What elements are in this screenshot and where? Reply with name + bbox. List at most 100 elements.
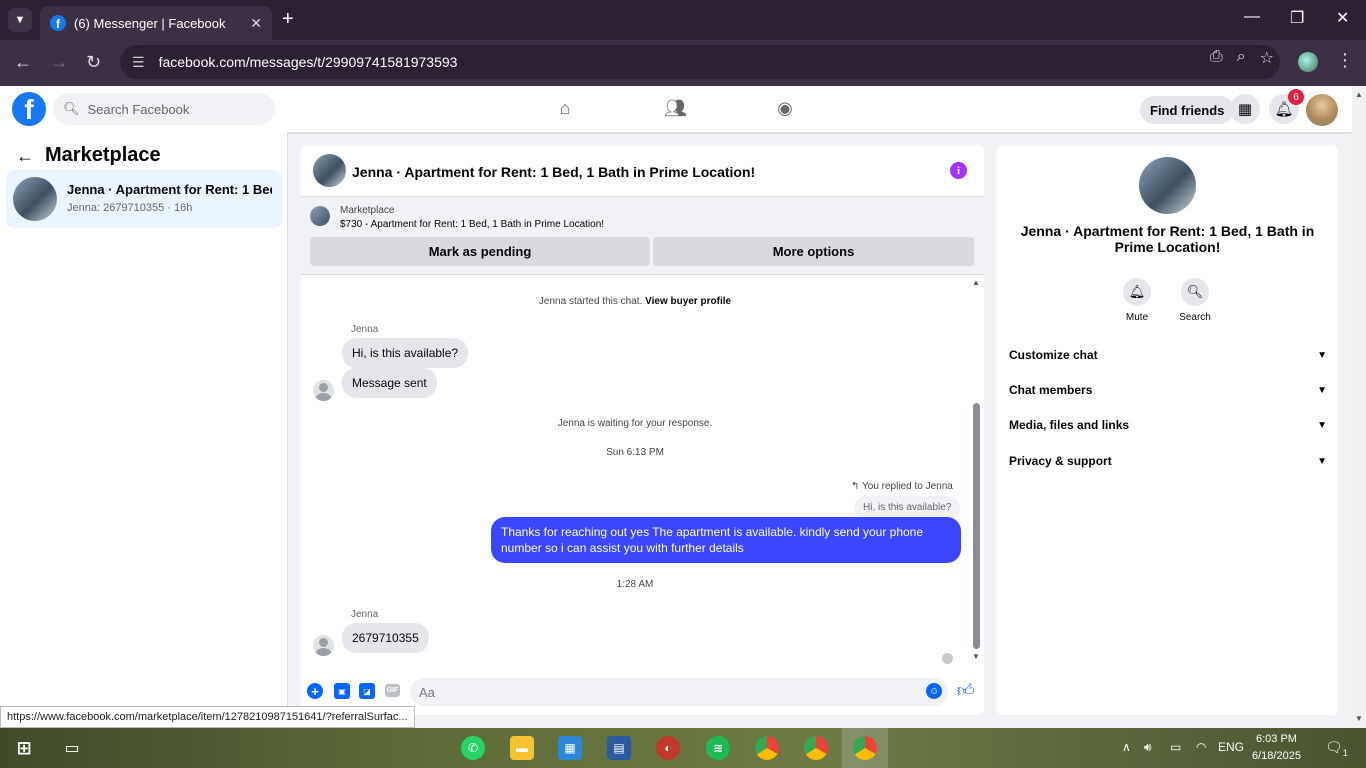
- menu-grid-icon[interactable]: ▦: [1230, 94, 1260, 124]
- bookmark-star-icon[interactable]: ☆: [1260, 48, 1274, 68]
- find-friends-button[interactable]: Find friends: [1140, 96, 1235, 124]
- reply-indicator: ↰ You replied to Jenna: [851, 481, 953, 492]
- search-icon[interactable]: 🔍︎: [1181, 278, 1209, 306]
- sender-avatar[interactable]: [313, 380, 334, 401]
- quoted-message[interactable]: Hi, is this available?: [854, 496, 961, 519]
- page-scrollbar[interactable]: ▲ ▼: [1352, 86, 1366, 726]
- facebook-search-field[interactable]: 🔍︎ Search Facebook: [53, 93, 275, 125]
- search-action[interactable]: 🔍︎ Search: [1175, 278, 1215, 323]
- thumbs-up-icon[interactable]: 👍︎: [957, 680, 975, 701]
- browser-menu-icon[interactable]: ⋮: [1336, 50, 1354, 71]
- tab-title: (6) Messenger | Facebook: [74, 15, 226, 31]
- app-icon-2[interactable]: ◐: [656, 736, 680, 760]
- timestamp: 1:28 AM: [616, 579, 654, 590]
- sticker-icon[interactable]: ◪: [359, 683, 375, 699]
- language-indicator[interactable]: ENG: [1218, 740, 1244, 754]
- section-label: Chat members: [1009, 383, 1093, 397]
- gif-icon[interactable]: GIF: [385, 684, 400, 697]
- install-app-icon[interactable]: ⎙: [1210, 48, 1223, 68]
- chat-details-panel: Jenna · Apartment for Rent: 1 Bed, 1 Bat…: [997, 145, 1338, 715]
- chat-header: Jenna · Apartment for Rent: 1 Bed, 1 Bat…: [301, 145, 984, 197]
- more-options-button[interactable]: More options: [653, 237, 974, 266]
- microsoft-store-icon[interactable]: ▦: [558, 736, 582, 760]
- message-input[interactable]: [410, 678, 948, 706]
- sender-name: Jenna: [351, 324, 379, 335]
- chat-scrollbar[interactable]: ▲ ▼: [972, 276, 984, 671]
- scroll-thumb[interactable]: [973, 403, 980, 649]
- windows-start-icon[interactable]: ⊞: [12, 736, 36, 760]
- window-close-icon[interactable]: ✕: [1336, 8, 1349, 28]
- reply-indicator-text: You replied to Jenna: [862, 481, 953, 492]
- task-view-icon[interactable]: ▭: [60, 736, 84, 760]
- scroll-up-icon[interactable]: ▲: [1355, 90, 1363, 99]
- incoming-message[interactable]: Message sent: [342, 368, 437, 398]
- outgoing-message[interactable]: Thanks for reaching out yes The apartmen…: [491, 517, 961, 563]
- details-name: Jenna · Apartment for Rent: 1 Bed, 1 Bat…: [1020, 223, 1315, 255]
- app-icon[interactable]: ▤: [607, 736, 631, 760]
- plus-icon[interactable]: +: [307, 683, 323, 699]
- emoji-icon[interactable]: ☺: [926, 683, 942, 699]
- zoom-icon[interactable]: ⌕: [1237, 48, 1246, 68]
- bell-icon[interactable]: 🔔︎: [1123, 278, 1151, 306]
- url-field[interactable]: ☰ facebook.com/messages/t/29909741581973…: [120, 45, 1280, 79]
- reload-icon[interactable]: ↻: [86, 52, 101, 73]
- account-avatar[interactable]: [1306, 94, 1338, 126]
- chat-title[interactable]: Jenna · Apartment for Rent: 1 Bed, 1 Bat…: [352, 164, 755, 180]
- conversation-item[interactable]: Jenna · Apartment for Rent: 1 Bed, ... J…: [6, 170, 282, 228]
- mark-as-pending-button[interactable]: Mark as pending: [310, 237, 650, 266]
- restore-icon[interactable]: ❐: [1290, 8, 1304, 28]
- forward-icon[interactable]: →: [50, 52, 68, 73]
- browser-profile-avatar[interactable]: [1298, 52, 1318, 72]
- browser-tab-bar: ▼ f (6) Messenger | Facebook ✕ + — ❐ ✕: [0, 0, 1366, 40]
- tab-search-icon[interactable]: ▼: [8, 8, 32, 32]
- friends-icon[interactable]: 👥︎: [664, 98, 687, 120]
- mute-label: Mute: [1125, 312, 1149, 323]
- minimize-icon[interactable]: —: [1244, 8, 1260, 26]
- view-buyer-profile-link[interactable]: View buyer profile: [645, 296, 731, 307]
- omnibox-actions: ⎙ ⌕ ☆: [1210, 48, 1274, 68]
- back-arrow-icon[interactable]: ←: [16, 146, 34, 167]
- wifi-icon[interactable]: ◠: [1196, 740, 1206, 754]
- battery-icon[interactable]: ▭: [1170, 740, 1181, 754]
- mute-action[interactable]: 🔔︎ Mute: [1117, 278, 1157, 323]
- info-icon[interactable]: i: [950, 162, 967, 179]
- incoming-message[interactable]: 2679710355: [342, 623, 429, 653]
- show-hidden-icons-icon[interactable]: ∧: [1122, 740, 1131, 754]
- spotify-icon[interactable]: ≋: [706, 736, 730, 760]
- conversation-sidebar: ← Marketplace Jenna · Apartment for Rent…: [0, 132, 288, 728]
- file-explorer-icon[interactable]: ▬: [510, 736, 534, 760]
- chat-panel: Jenna · Apartment for Rent: 1 Bed, 1 Bat…: [301, 145, 984, 715]
- customize-chat-section[interactable]: Customize chat ▼: [1009, 345, 1327, 365]
- browser-tab[interactable]: f (6) Messenger | Facebook ✕: [40, 6, 272, 40]
- scroll-down-icon[interactable]: ▼: [972, 652, 980, 661]
- site-info-icon[interactable]: ☰: [132, 54, 145, 71]
- search-label: Search: [1179, 312, 1211, 323]
- sender-avatar[interactable]: [313, 635, 334, 656]
- details-avatar[interactable]: [1139, 157, 1196, 214]
- photo-icon[interactable]: ▣: [334, 683, 350, 699]
- chrome-icon[interactable]: [755, 736, 779, 760]
- incoming-message[interactable]: Hi, is this available?: [342, 338, 469, 368]
- tab-close-icon[interactable]: ✕: [250, 15, 262, 32]
- notification-count: 1: [1342, 747, 1348, 758]
- notification-center-icon[interactable]: 🗨︎1: [1325, 739, 1348, 758]
- chrome-icon[interactable]: [804, 736, 828, 760]
- back-icon[interactable]: ←: [14, 52, 32, 73]
- scroll-up-icon[interactable]: ▲: [972, 278, 980, 287]
- whatsapp-icon[interactable]: ✆: [461, 736, 485, 760]
- volume-icon[interactable]: 🔊︎: [1144, 740, 1152, 755]
- home-icon[interactable]: ⌂: [554, 98, 576, 120]
- chrome-icon[interactable]: [853, 736, 877, 760]
- media-files-links-section[interactable]: Media, files and links ▼: [1009, 415, 1327, 435]
- system-clock[interactable]: 6:03 PM 6/18/2025: [1252, 731, 1301, 765]
- listing-title[interactable]: $730 - Apartment for Rent: 1 Bed, 1 Bath…: [340, 219, 604, 230]
- privacy-support-section[interactable]: Privacy & support ▼: [1009, 451, 1327, 471]
- scroll-down-icon[interactable]: ▼: [1355, 714, 1363, 723]
- sidebar-title: Marketplace: [45, 144, 161, 166]
- chat-members-section[interactable]: Chat members ▼: [1009, 380, 1327, 400]
- new-tab-icon[interactable]: +: [282, 8, 294, 31]
- facebook-logo-icon[interactable]: f: [12, 92, 46, 126]
- listing-thumbnail[interactable]: [310, 206, 330, 226]
- chat-avatar[interactable]: [313, 154, 346, 187]
- groups-icon[interactable]: ◉: [774, 98, 796, 120]
